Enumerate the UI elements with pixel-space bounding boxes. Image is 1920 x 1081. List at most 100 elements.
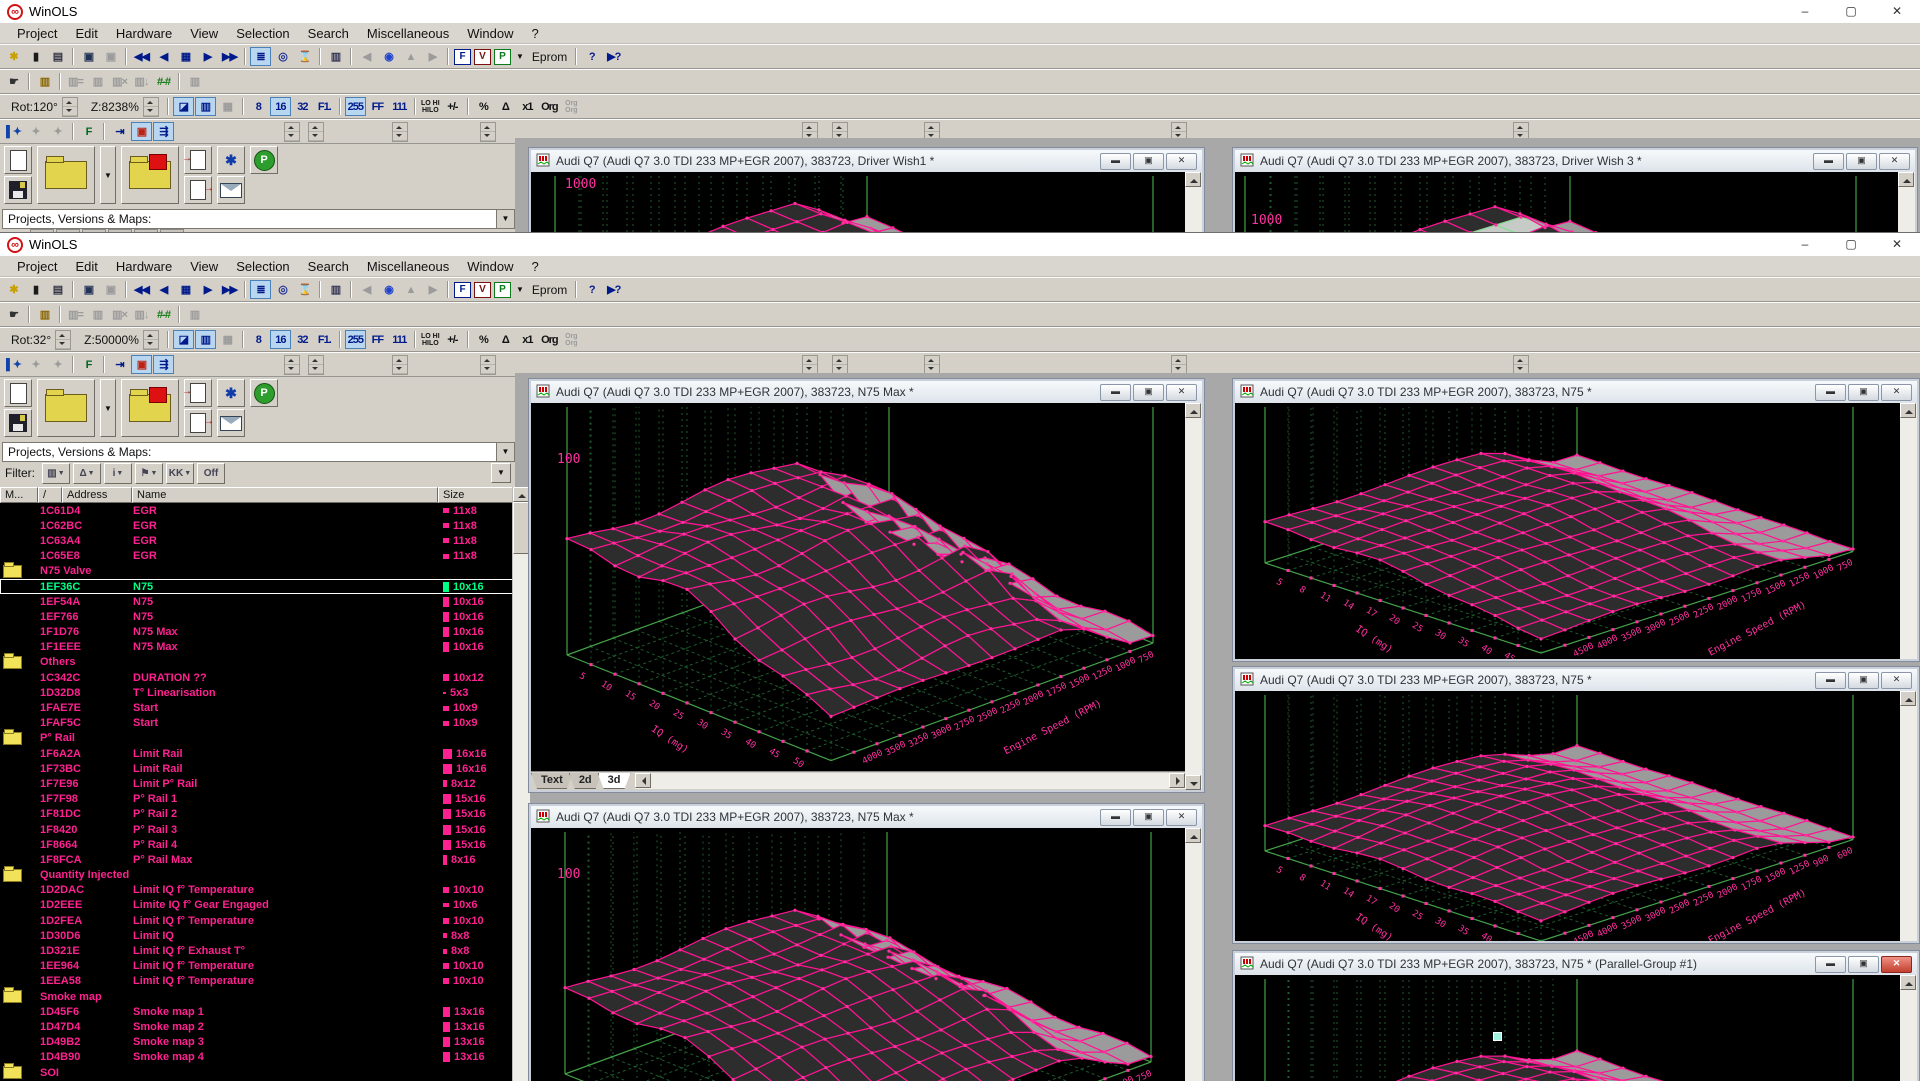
child-close-button[interactable]: ✕ [1881,384,1912,401]
scroll-left-button[interactable] [635,773,651,788]
bytewidth-32-button[interactable]: 32 [292,330,313,349]
delta-icon[interactable]: Δ [495,97,516,116]
map-folder-row[interactable]: N75 Valve [0,564,513,579]
column-header-name[interactable]: Name [132,487,438,503]
toolbar-spinner[interactable] [924,355,940,375]
winols-web-button[interactable]: P [250,146,278,174]
map-wizard3-icon[interactable]: ✦ [47,355,68,374]
map-row[interactable]: 1D30D6Limit IQ8x8 [0,928,513,943]
toolbar-spinner[interactable] [802,355,818,375]
minimize-button[interactable]: – [1782,0,1828,23]
menu-hardware[interactable]: Hardware [107,257,181,276]
filter-p-icon[interactable]: P [494,282,511,298]
toolbar-spinner[interactable] [480,122,496,142]
child-restore-button[interactable]: ▣ [1848,384,1879,401]
projects-combobox[interactable]: Projects, Versions & Maps: ▼ [2,442,515,462]
map-3d-view[interactable]: 5101520253035404550400035003250300027502… [531,403,1185,772]
nav-back-icon[interactable]: ◀ [356,280,377,299]
map-folder-row[interactable]: Smoke map [0,989,513,1004]
map-row[interactable]: 1D4B90Smoke map 413x16 [0,1050,513,1065]
map-row[interactable]: 1EF766N7510x16 [0,609,513,624]
import-file-button[interactable] [184,379,212,407]
new-project-button[interactable] [4,146,32,174]
columns-icon[interactable]: ⇶ [153,355,174,374]
display-255-button[interactable]: 255 [345,330,366,349]
rotation-spinner[interactable] [62,97,78,117]
filter-info-button[interactable]: i▼ [104,463,132,484]
child-restore-button[interactable]: ▣ [1848,672,1879,689]
tab-text[interactable]: Text [531,773,573,789]
percent-icon[interactable]: % [473,97,494,116]
preview-icon[interactable]: ◎ [272,47,293,66]
map-row[interactable]: 1D2FEALimit IQ f° Temperature10x10 [0,913,513,928]
hand-select-icon[interactable]: ☛ [3,305,24,324]
bytewidth-32-button[interactable]: 32 [292,97,313,116]
map-row[interactable]: 1F1EEEN75 Max10x16 [0,640,513,655]
display-FF-button[interactable]: FF [367,97,388,116]
map-row[interactable]: 1C63A4EGR11x8 [0,533,513,548]
map-3d-view[interactable]: 1000 [531,172,1185,232]
winols-web-button[interactable]: P [250,379,278,407]
zoom-spinner[interactable] [143,97,159,117]
map-wizard-icon[interactable]: ▌✦ [3,355,24,374]
menu-search[interactable]: Search [299,24,358,43]
map-row[interactable]: 1D45F6Smoke map 113x16 [0,1004,513,1019]
open-project-dropdown[interactable]: ▼ [100,146,116,204]
first-version-icon[interactable]: ◀◀ [131,47,152,66]
bytewidth-16-button[interactable]: 16 [270,330,291,349]
child-close-button[interactable]: ✕ [1881,672,1912,689]
chip-icon[interactable]: ▥ [34,72,55,91]
map-row[interactable]: 1C62BCEGR11x8 [0,518,513,533]
display-111-button[interactable]: 111 [389,97,410,116]
map-wizard2-icon[interactable]: ✦ [25,355,46,374]
view-table-icon[interactable]: ▦ [217,97,238,116]
filter-f-icon[interactable]: F [454,49,471,65]
chip-compare-icon[interactable]: #-# [153,72,174,91]
last-version-icon[interactable]: ▶▶ [219,280,240,299]
hexdump-icon[interactable]: ▮ [25,47,46,66]
version-grid-icon[interactable]: ▦ [175,47,196,66]
menu-view[interactable]: View [181,257,227,276]
filter-f-icon[interactable]: F [454,282,471,298]
scroll-up-button[interactable] [1898,172,1914,187]
view-bars-icon[interactable]: ▥ [195,97,216,116]
horizontal-scrollbar[interactable] [635,773,1186,789]
map-window[interactable]: Audi Q7 (Audi Q7 3.0 TDI 233 MP+EGR 2007… [1232,378,1920,662]
first-version-icon[interactable]: ◀◀ [131,280,152,299]
combobox-arrow-icon[interactable]: ▼ [496,443,514,461]
checksum-icon[interactable]: ▥ [325,280,346,299]
menu-window[interactable]: Window [458,257,522,276]
toolbar-spinner[interactable] [392,355,408,375]
window-pair-icon[interactable]: ▣ [100,47,121,66]
last-version-icon[interactable]: ▶▶ [219,47,240,66]
filter-flag-button[interactable]: ⚑▼ [135,463,163,484]
menu-miscellaneous[interactable]: Miscellaneous [358,24,458,43]
map-window-titlebar[interactable]: Audi Q7 (Audi Q7 3.0 TDI 233 MP+EGR 2007… [1235,669,1917,692]
display-111-button[interactable]: 111 [389,330,410,349]
menu-project[interactable]: Project [8,24,66,43]
scroll-up-button[interactable] [1185,172,1201,187]
open-project-dropdown[interactable]: ▼ [100,379,116,437]
delta-icon[interactable]: Δ [495,330,516,349]
next-version-icon[interactable]: ▶ [197,47,218,66]
factor-icon[interactable]: x1 [517,97,538,116]
child-restore-button[interactable]: ▣ [1133,384,1164,401]
map-window-scrollbar[interactable] [1185,403,1202,790]
map-window-scrollbar[interactable] [1900,975,1917,1081]
map-row[interactable]: 1EE964Limit IQ f° Temperature10x10 [0,959,513,974]
map-row[interactable]: 1FAF5CStart10x9 [0,716,513,731]
toolbar-spinner[interactable] [392,122,408,142]
map-row[interactable]: 1D49B2Smoke map 313x16 [0,1035,513,1050]
toolbar-spinner[interactable] [832,355,848,375]
map-row[interactable]: 1F1D76N75 Max10x16 [0,625,513,640]
binoculars-icon[interactable]: ◉ [378,47,399,66]
tree-view-icon[interactable]: ≣ [250,280,271,299]
scroll-up-button[interactable] [1900,691,1916,706]
map-window-scrollbar[interactable] [1900,403,1917,659]
map-row[interactable]: 1EF54AN7510x16 [0,594,513,609]
context-help-icon[interactable]: ▶? [603,280,624,299]
child-close-button[interactable]: ✕ [1166,809,1197,826]
scroll-up-button[interactable] [513,487,529,502]
menu-project[interactable]: Project [8,257,66,276]
child-minimize-button[interactable]: ▬ [1100,153,1131,170]
